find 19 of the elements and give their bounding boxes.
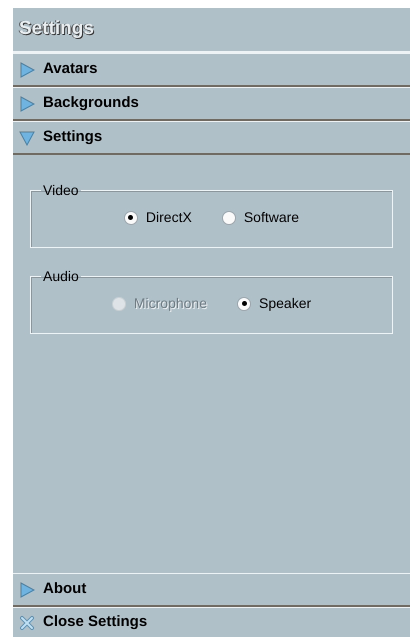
triangle-right-icon	[19, 582, 35, 598]
section-header[interactable]: Backgrounds	[13, 87, 410, 121]
triangle-right-icon	[19, 96, 35, 112]
triangle-down-icon	[19, 130, 35, 146]
radio-option[interactable]: DirectX	[124, 207, 192, 228]
radio-button[interactable]	[124, 210, 138, 224]
section-header[interactable]: Avatars	[13, 53, 410, 87]
radio-option[interactable]: Software	[222, 207, 300, 228]
panel-title: Settings	[13, 8, 410, 53]
triangle-right-icon	[19, 62, 35, 78]
radio-option[interactable]: Speaker	[237, 293, 312, 314]
close-settings-button[interactable]: Close Settings	[13, 607, 410, 637]
group-label: Audio	[42, 267, 80, 286]
group-label: Video	[42, 181, 80, 200]
radio-button[interactable]	[237, 296, 251, 310]
radio-button[interactable]	[222, 210, 236, 224]
section-header[interactable]: Settings	[13, 121, 410, 155]
section-header[interactable]: About	[13, 573, 410, 607]
close-icon	[19, 614, 35, 630]
